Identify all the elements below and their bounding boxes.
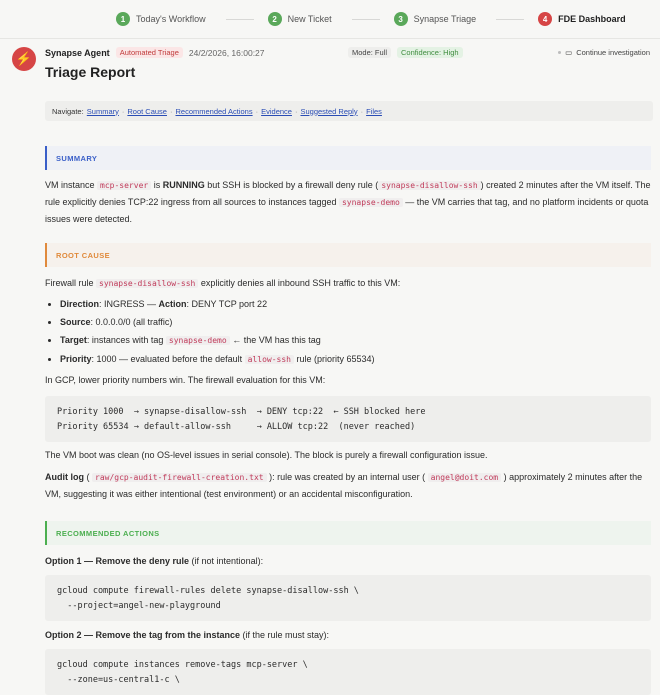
nav-link-evidence[interactable]: Evidence bbox=[261, 107, 292, 116]
audit-log-text: Audit log ( raw/gcp-audit-firewall-creat… bbox=[45, 472, 643, 499]
summary-text: VM instance mcp-server is RUNNING but SS… bbox=[45, 180, 651, 224]
section-navigation: Navigate: Summary · Root Cause · Recommend… bbox=[45, 101, 653, 121]
list-item: Priority: 1000 — evaluated before the de… bbox=[60, 350, 653, 369]
nav-link-recommended-actions[interactable]: Recommended Actions bbox=[175, 107, 252, 116]
step-label: FDE Dashboard bbox=[558, 14, 626, 24]
workflow-stepper: 1 Today's Workflow 2 New Ticket 3 Synaps… bbox=[0, 0, 660, 39]
report-meta: Synapse Agent Automated Triage 24/2/2026… bbox=[45, 47, 265, 58]
step-synapse-triage[interactable]: 3 Synapse Triage bbox=[393, 12, 525, 26]
step-new-ticket[interactable]: 2 New Ticket bbox=[267, 12, 380, 26]
step-fde-dashboard[interactable]: 4 FDE Dashboard bbox=[538, 12, 626, 26]
confidence-badge: Confidence: High bbox=[397, 47, 463, 58]
list-item: Direction: INGRESS — Action: DENY TCP po… bbox=[60, 295, 653, 313]
list-item: Target: instances with tag synapse-demo … bbox=[60, 331, 653, 350]
recommended-actions-heading: RECOMMENDED ACTIONS bbox=[45, 521, 651, 545]
root-cause-list: Direction: INGRESS — Action: DENY TCP po… bbox=[45, 295, 653, 369]
option-2-label: Option 2 — Remove the tag from the insta… bbox=[45, 630, 330, 640]
agent-avatar-icon: ⚡ bbox=[12, 47, 36, 71]
step-label: Today's Workflow bbox=[136, 14, 206, 24]
step-connector bbox=[351, 18, 380, 20]
triage-type-badge: Automated Triage bbox=[115, 47, 183, 58]
step-connector bbox=[496, 18, 525, 20]
boot-note: The VM boot was clean (no OS-level issue… bbox=[45, 450, 488, 460]
gcp-priority-note: In GCP, lower priority numbers win. The … bbox=[45, 375, 326, 385]
option-1-label: Option 1 — Remove the deny rule (if not … bbox=[45, 556, 264, 566]
option-1-command: gcloud compute firewall-rules delete syn… bbox=[45, 575, 651, 621]
continue-label: Continue investigation bbox=[576, 48, 650, 57]
step-number: 4 bbox=[538, 12, 553, 26]
tag-code: synapse-demo bbox=[338, 198, 403, 207]
rule-name-code: synapse-disallow-ssh bbox=[378, 181, 481, 190]
agent-name: Synapse Agent bbox=[45, 47, 110, 58]
nav-link-suggested-reply[interactable]: Suggested Reply bbox=[300, 107, 357, 116]
continue-investigation-button[interactable]: ▭ Continue investigation bbox=[558, 48, 650, 57]
step-number: 3 bbox=[393, 12, 408, 26]
status-dot-icon bbox=[558, 51, 562, 54]
step-label: New Ticket bbox=[287, 14, 332, 24]
step-number: 1 bbox=[116, 12, 130, 26]
nav-link-root-cause[interactable]: Root Cause bbox=[127, 107, 167, 116]
step-todays-workflow[interactable]: 1 Today's Workflow bbox=[116, 12, 254, 26]
vm-name-code: mcp-server bbox=[97, 181, 152, 190]
nav-link-summary[interactable]: Summary bbox=[87, 107, 119, 116]
option-2-command: gcloud compute instances remove-tags mcp… bbox=[45, 649, 651, 695]
firewall-evaluation-code: Priority 1000 → synapse-disallow-ssh → D… bbox=[45, 396, 651, 442]
step-label: Synapse Triage bbox=[413, 14, 477, 24]
summary-heading: SUMMARY bbox=[45, 146, 651, 170]
step-number: 2 bbox=[267, 12, 282, 26]
mode-badge: Mode: Full bbox=[348, 47, 392, 58]
navigate-label: Navigate: bbox=[52, 106, 84, 116]
step-connector bbox=[225, 18, 254, 20]
report-timestamp: 24/2/2026, 16:00:27 bbox=[188, 47, 265, 58]
root-cause-heading: ROOT CAUSE bbox=[45, 243, 651, 267]
nav-link-files[interactable]: Files bbox=[366, 107, 382, 116]
root-cause-intro: Firewall rule synapse-disallow-ssh expli… bbox=[45, 278, 401, 288]
chat-icon: ▭ bbox=[565, 48, 573, 57]
list-item: Source: 0.0.0.0/0 (all traffic) bbox=[60, 313, 653, 331]
page-title: Triage Report bbox=[45, 64, 136, 80]
report-status: Mode: Full Confidence: High bbox=[348, 47, 463, 58]
